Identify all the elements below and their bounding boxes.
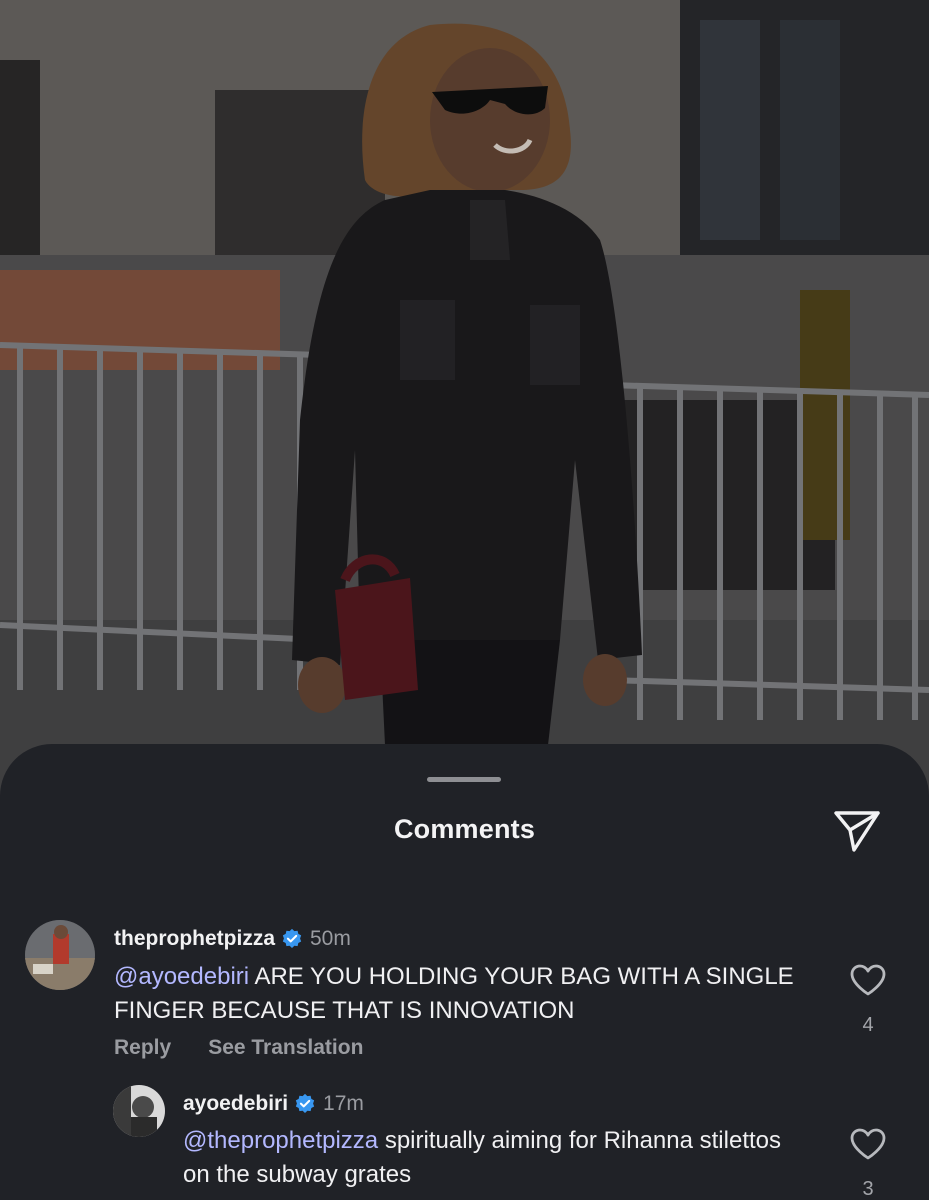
see-translation-button[interactable]: See Translation xyxy=(208,1036,363,1060)
post-photo xyxy=(0,0,929,800)
comment-mention[interactable]: @theprophetpizza xyxy=(183,1127,378,1154)
comment-header: ayoedebiri 17m xyxy=(183,1092,364,1116)
comment-header: theprophetpizza 50m xyxy=(114,927,351,951)
comments-sheet: Comments theprophetpizza 50m @ayoedebiri… xyxy=(0,744,929,1200)
reply-button[interactable]: Reply xyxy=(114,1036,171,1060)
comment-text: @ayoedebiri ARE YOU HOLDING YOUR BAG WIT… xyxy=(114,960,794,1028)
like-button[interactable] xyxy=(848,960,888,1000)
sheet-title: Comments xyxy=(393,814,536,844)
sheet-drag-handle[interactable] xyxy=(427,777,501,782)
verified-badge-icon xyxy=(282,928,302,948)
like-count: 4 xyxy=(862,1014,874,1036)
avatar-image xyxy=(113,1085,165,1137)
comment-timestamp: 17m xyxy=(323,1092,364,1115)
comment-timestamp: 50m xyxy=(310,927,351,950)
comment-mention[interactable]: @ayoedebiri xyxy=(114,963,249,990)
like-button[interactable] xyxy=(848,1124,888,1164)
comment-text: @theprophetpizza spiritually aiming for … xyxy=(183,1124,793,1192)
heart-icon xyxy=(850,1128,886,1160)
avatar[interactable] xyxy=(113,1085,165,1137)
street-style-photo-illustration xyxy=(0,0,929,800)
verified-badge-icon xyxy=(295,1093,315,1113)
like-count: 3 xyxy=(862,1178,874,1200)
share-button[interactable] xyxy=(829,806,885,856)
avatar-image xyxy=(25,920,95,990)
comment-actions: Reply See Translation xyxy=(114,1036,363,1060)
comment-username[interactable]: theprophetpizza xyxy=(114,927,275,951)
heart-icon xyxy=(850,964,886,996)
paper-plane-icon xyxy=(834,811,880,852)
comment-username[interactable]: ayoedebiri xyxy=(183,1092,288,1116)
avatar[interactable] xyxy=(25,920,95,990)
